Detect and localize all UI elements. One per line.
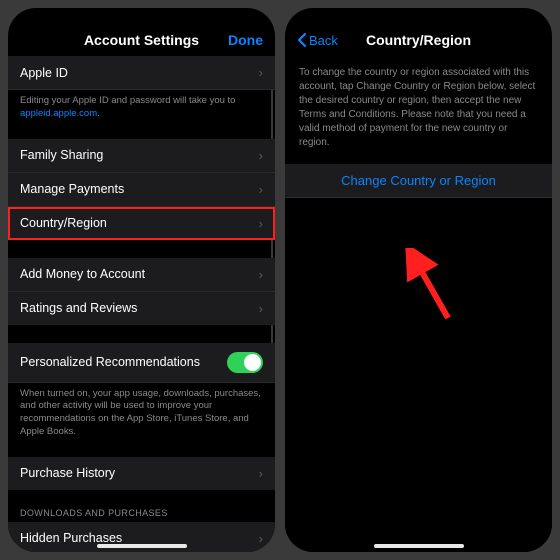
home-indicator[interactable]: [374, 544, 464, 548]
purchase-history-label: Purchase History: [20, 466, 253, 480]
chevron-right-icon: ›: [259, 267, 263, 282]
done-button[interactable]: Done: [228, 32, 263, 48]
back-button[interactable]: Back: [297, 32, 338, 48]
home-indicator[interactable]: [97, 544, 187, 548]
add-money-row[interactable]: Add Money to Account ›: [8, 258, 275, 292]
chevron-right-icon: ›: [259, 65, 263, 80]
content-left: Apple ID › Editing your Apple ID and pas…: [8, 56, 275, 552]
nav-bar: Back Country/Region: [285, 26, 552, 56]
chevron-right-icon: ›: [259, 301, 263, 316]
change-country-button[interactable]: Change Country or Region: [285, 164, 552, 198]
purchase-history-row[interactable]: Purchase History ›: [8, 457, 275, 490]
footer-text-a: Editing your Apple ID and password will …: [20, 95, 235, 106]
notch: [87, 8, 197, 26]
nav-bar: Account Settings Done: [8, 26, 275, 56]
change-country-label: Change Country or Region: [341, 173, 496, 188]
downloads-header: DOWNLOADS AND PURCHASES: [8, 508, 275, 522]
ratings-reviews-row[interactable]: Ratings and Reviews ›: [8, 292, 275, 325]
personalized-row[interactable]: Personalized Recommendations: [8, 343, 275, 383]
apple-id-footer: Editing your Apple ID and password will …: [8, 90, 275, 121]
chevron-right-icon: ›: [259, 216, 263, 231]
personalized-label: Personalized Recommendations: [20, 355, 227, 369]
chevron-right-icon: ›: [259, 182, 263, 197]
footer-text-b: .: [97, 108, 100, 119]
apple-id-link[interactable]: appleid.apple.com: [20, 108, 97, 119]
chevron-right-icon: ›: [259, 148, 263, 163]
manage-payments-label: Manage Payments: [20, 182, 253, 196]
personalized-footer: When turned on, your app usage, download…: [8, 383, 275, 439]
description-text: To change the country or region associat…: [285, 56, 552, 164]
manage-payments-row[interactable]: Manage Payments ›: [8, 173, 275, 207]
family-sharing-label: Family Sharing: [20, 148, 253, 162]
notch: [364, 8, 474, 26]
content-right: To change the country or region associat…: [285, 56, 552, 552]
chevron-right-icon: ›: [259, 531, 263, 546]
chevron-right-icon: ›: [259, 466, 263, 481]
country-region-row[interactable]: Country/Region ›: [8, 207, 275, 240]
back-label: Back: [309, 33, 338, 48]
apple-id-row[interactable]: Apple ID ›: [8, 56, 275, 90]
apple-id-label: Apple ID: [20, 66, 253, 80]
family-sharing-row[interactable]: Family Sharing ›: [8, 139, 275, 173]
phone-left: Account Settings Done Apple ID › Editing…: [8, 8, 275, 552]
ratings-reviews-label: Ratings and Reviews: [20, 301, 253, 315]
arrow-annotation-icon: [400, 248, 460, 328]
personalized-toggle[interactable]: [227, 352, 263, 373]
phone-right: Back Country/Region To change the countr…: [285, 8, 552, 552]
add-money-label: Add Money to Account: [20, 267, 253, 281]
chevron-left-icon: [297, 32, 307, 48]
country-region-label: Country/Region: [20, 216, 253, 230]
